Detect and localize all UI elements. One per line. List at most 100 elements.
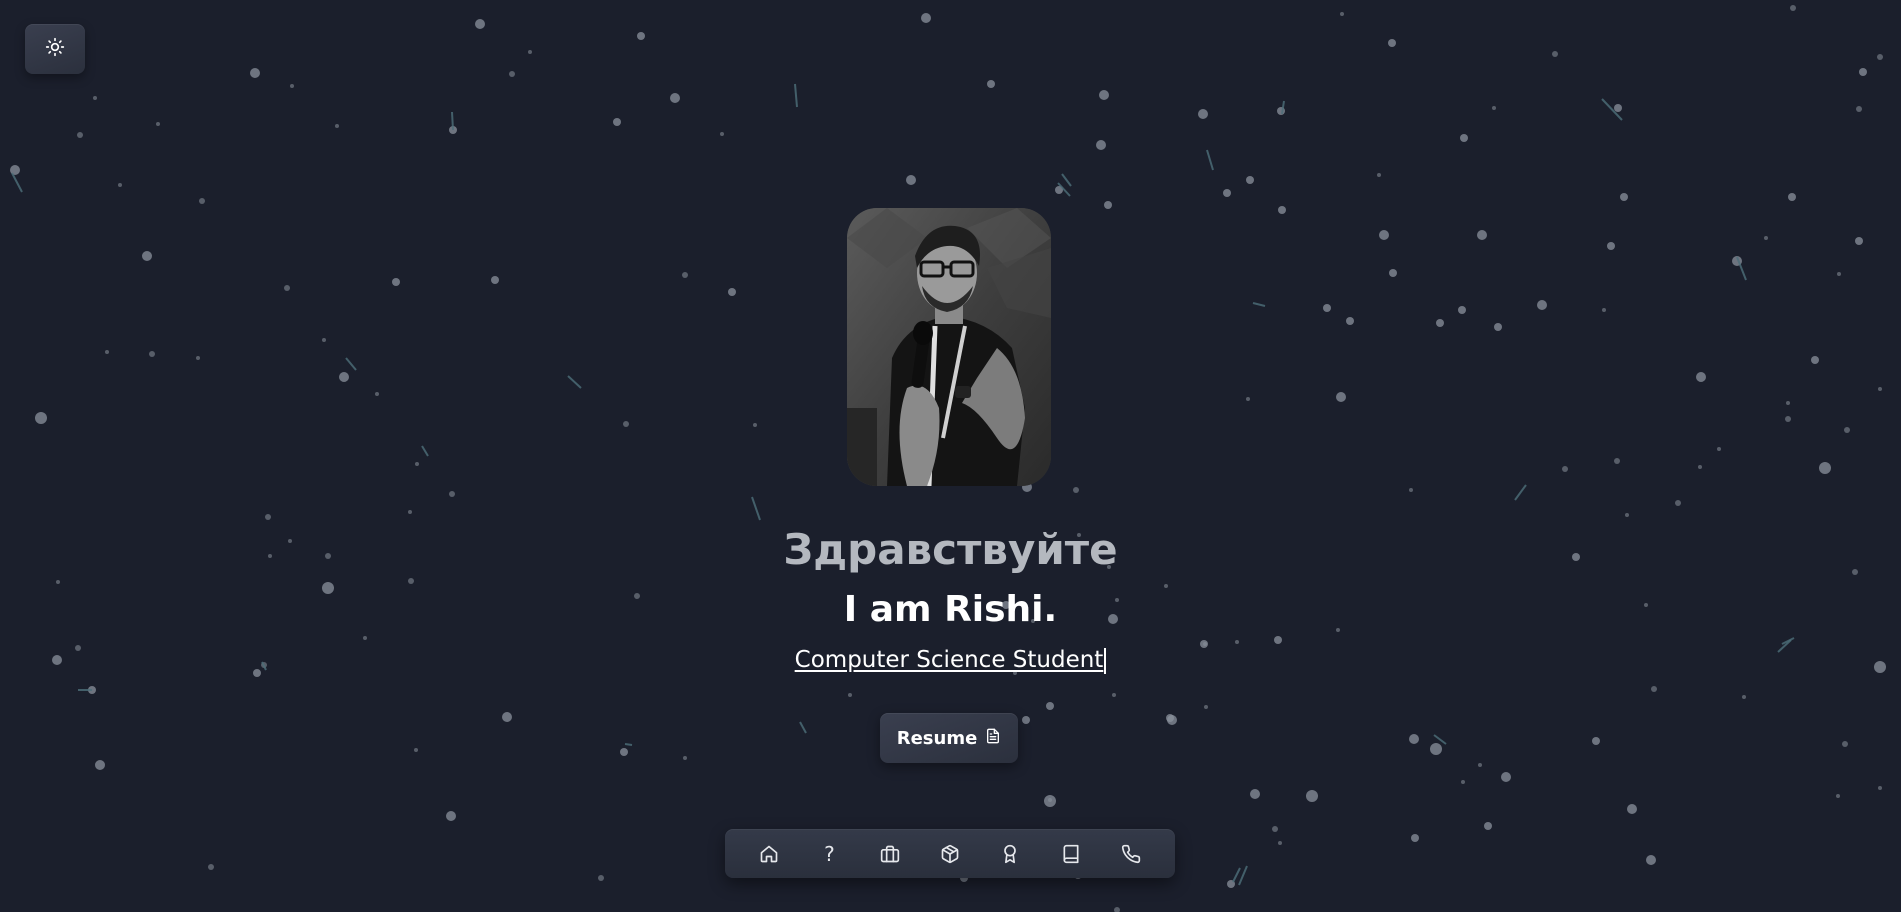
particle-link xyxy=(1206,149,1214,171)
particle-dot xyxy=(1855,237,1863,245)
particle-dot xyxy=(339,372,349,382)
nav-achievements[interactable] xyxy=(990,834,1030,874)
particle-dot xyxy=(1458,306,1466,314)
particle-dot xyxy=(1461,780,1465,784)
particle-dot xyxy=(284,285,290,291)
particle-dot xyxy=(1859,68,1867,76)
particle-dot xyxy=(1277,107,1285,115)
particle-link xyxy=(345,357,357,371)
question-icon: ? xyxy=(824,841,835,866)
particle-link xyxy=(11,172,23,193)
particle-dot xyxy=(1379,230,1389,240)
nav-blog[interactable] xyxy=(1051,834,1091,874)
home-icon xyxy=(759,844,779,864)
particle-dot xyxy=(10,165,20,175)
particle-dot xyxy=(637,32,645,40)
resume-button[interactable]: Resume xyxy=(880,713,1018,763)
particle-link xyxy=(451,111,454,131)
particle-dot xyxy=(1811,356,1819,364)
particle-dot xyxy=(1250,789,1260,799)
particle-dot xyxy=(1646,855,1656,865)
particle-dot xyxy=(1048,798,1052,802)
particle-link xyxy=(1232,867,1241,883)
particle-dot xyxy=(1104,201,1112,209)
particle-dot xyxy=(1272,826,1278,832)
nav-about[interactable]: ? xyxy=(809,834,849,874)
particle-dot xyxy=(1227,880,1235,888)
particle-dot xyxy=(1166,714,1174,722)
book-icon xyxy=(1061,844,1081,864)
typing-caret xyxy=(1104,647,1107,674)
resume-button-label: Resume xyxy=(896,727,978,749)
particle-dot xyxy=(1346,317,1354,325)
nav-contact[interactable] xyxy=(1111,834,1151,874)
particle-dot xyxy=(392,278,400,286)
particle-link xyxy=(751,496,761,521)
particle-dot xyxy=(720,132,724,136)
particle-dot xyxy=(1223,189,1231,197)
particle-dot xyxy=(1388,39,1396,47)
particle-dot xyxy=(728,288,736,296)
particle-dot xyxy=(1409,488,1413,492)
greeting-heading: Здравствуйте xyxy=(783,525,1118,574)
nav-projects[interactable] xyxy=(930,834,970,874)
particle-dot xyxy=(1204,705,1208,709)
phone-icon xyxy=(1121,844,1141,864)
particle-dot xyxy=(1235,640,1239,644)
particle-dot xyxy=(156,122,160,126)
particle-dot xyxy=(1484,822,1492,830)
particle-dot xyxy=(408,510,412,514)
particle-dot xyxy=(848,693,852,697)
particle-dot xyxy=(105,350,109,354)
particle-dot xyxy=(1614,458,1620,464)
particle-dot xyxy=(93,96,97,100)
particle-dot xyxy=(1246,397,1250,401)
particle-dot xyxy=(1620,193,1628,201)
particle-dot xyxy=(363,636,367,640)
particle-dot xyxy=(1436,319,1444,327)
particle-dot xyxy=(906,175,916,185)
particle-dot xyxy=(1073,487,1079,493)
particle-dot xyxy=(35,412,47,424)
particle-dot xyxy=(1842,741,1848,747)
particle-dot xyxy=(1717,447,1721,451)
particle-dot xyxy=(1614,104,1622,112)
particle-link xyxy=(1514,484,1527,501)
particle-dot xyxy=(149,351,155,357)
particle-dot xyxy=(1856,106,1862,112)
particle-dot xyxy=(613,118,621,126)
particle-dot xyxy=(1501,772,1511,782)
particle-dot xyxy=(415,462,419,466)
particle-dot xyxy=(1114,907,1120,912)
particle-dot xyxy=(56,580,60,584)
particle-link xyxy=(1281,100,1285,115)
nav-experience[interactable] xyxy=(870,834,910,874)
nav-home[interactable] xyxy=(749,834,789,874)
particle-dot xyxy=(1046,702,1054,710)
particle-dot xyxy=(196,356,200,360)
particle-dot xyxy=(1336,392,1346,402)
particle-dot xyxy=(1477,230,1487,240)
particle-dot xyxy=(1323,304,1331,312)
particle-dot xyxy=(1602,308,1606,312)
particle-dot xyxy=(1278,841,1282,845)
particle-dot xyxy=(598,875,604,881)
particle-dot xyxy=(502,712,512,722)
particle-dot xyxy=(1592,737,1600,745)
particle-dot xyxy=(682,272,688,278)
particle-dot xyxy=(408,578,414,584)
theme-toggle-button[interactable] xyxy=(25,24,85,74)
particle-dot xyxy=(1099,90,1109,100)
package-icon xyxy=(940,844,960,864)
particle-dot xyxy=(1790,5,1796,11)
particle-link xyxy=(624,743,633,746)
document-icon xyxy=(985,727,1001,750)
particle-dot xyxy=(1246,176,1254,184)
particle-dot xyxy=(95,760,105,770)
particle-dot xyxy=(1607,242,1615,250)
particle-dot xyxy=(1409,734,1419,744)
particle-dot xyxy=(620,748,628,756)
particle-dot xyxy=(118,183,122,187)
particle-link xyxy=(421,445,429,457)
intro-heading: I am Rishi. xyxy=(843,589,1058,630)
